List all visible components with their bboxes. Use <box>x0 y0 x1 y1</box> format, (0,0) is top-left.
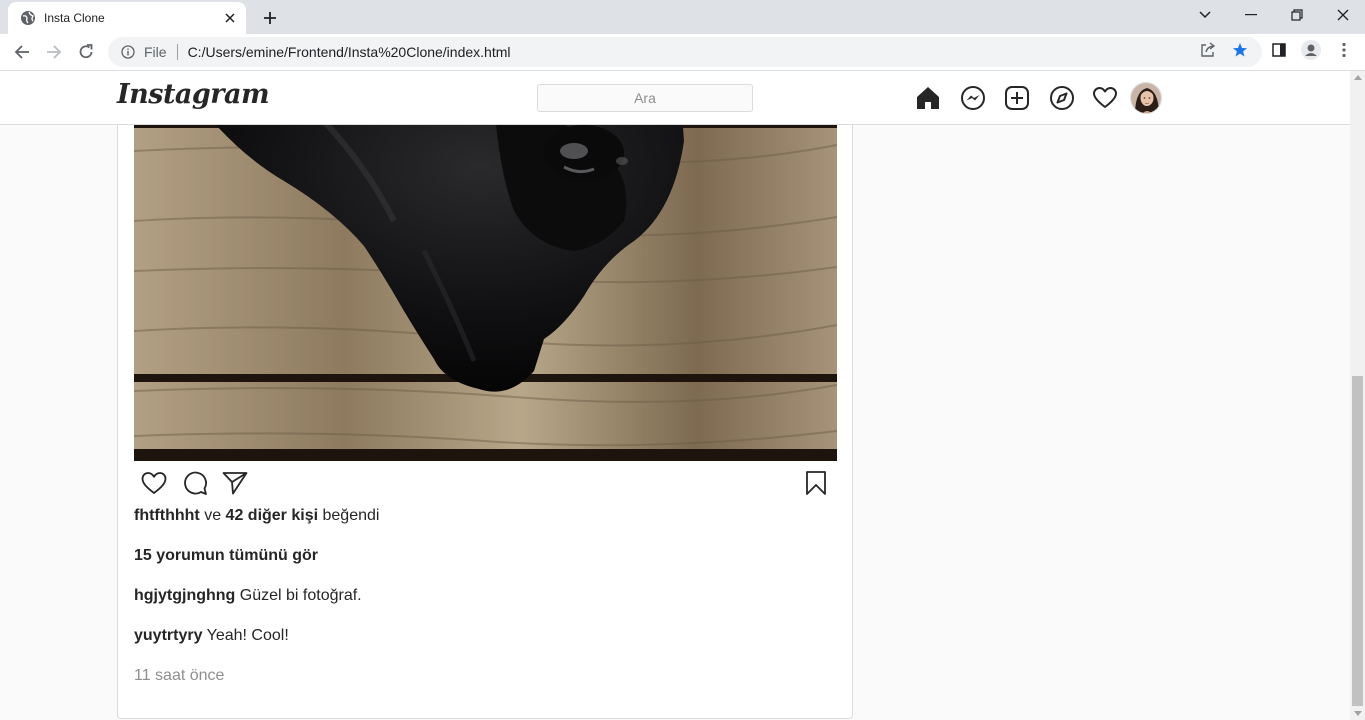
scroll-down-arrow-icon[interactable] <box>1354 711 1362 716</box>
post-card: fhtfthhht ve 42 diğer kişi beğendi 15 yo… <box>117 71 853 719</box>
share-icon[interactable] <box>221 469 249 497</box>
like-heart-icon[interactable] <box>140 469 168 497</box>
minimize-icon[interactable] <box>1228 0 1274 30</box>
forward-arrow-icon[interactable] <box>41 39 67 65</box>
tab-close-icon[interactable] <box>220 8 240 28</box>
instagram-logo[interactable]: Instagram <box>117 79 270 110</box>
messenger-icon[interactable] <box>960 85 986 111</box>
home-icon[interactable] <box>915 85 941 111</box>
address-divider <box>176 44 178 60</box>
post-timestamp: 11 saat önce <box>134 667 225 684</box>
tab-search-chevron-icon[interactable] <box>1194 4 1216 26</box>
scroll-up-arrow-icon[interactable] <box>1354 75 1362 80</box>
ig-header: Instagram <box>0 71 1350 125</box>
avatar[interactable] <box>1130 82 1162 114</box>
view-all-comments-link[interactable]: 15 yorumun tümünü gör <box>134 547 318 564</box>
globe-icon <box>20 10 36 26</box>
comment-username[interactable]: hgjytgjnghng <box>134 587 235 604</box>
post-image[interactable] <box>134 71 837 461</box>
address-bar[interactable]: File C:/Users/emine/Frontend/Insta%20Clo… <box>108 37 1262 67</box>
new-tab-icon[interactable] <box>258 6 282 30</box>
reload-icon[interactable] <box>73 39 99 65</box>
explore-icon[interactable] <box>1049 85 1075 111</box>
page-scrollbar[interactable] <box>1350 71 1365 720</box>
likes-connector: ve <box>204 507 222 524</box>
comment-icon[interactable] <box>181 469 209 497</box>
comment-item: yuytrtyry Yeah! Cool! <box>134 627 289 645</box>
share-page-icon[interactable] <box>1198 40 1218 60</box>
browser-toolbar: File C:/Users/emine/Frontend/Insta%20Clo… <box>0 34 1365 71</box>
comment-text: Güzel bi fotoğraf. <box>239 587 362 604</box>
comment-text: Yeah! Cool! <box>206 627 289 644</box>
profile-icon[interactable] <box>1301 40 1321 60</box>
new-post-icon[interactable] <box>1004 85 1030 111</box>
back-arrow-icon[interactable] <box>9 39 35 65</box>
liked-others-link[interactable]: 42 diğer kişi <box>226 507 319 524</box>
activity-heart-icon[interactable] <box>1092 85 1118 111</box>
liked-by-user-link[interactable]: fhtfthhht <box>134 507 200 524</box>
comment-item: hgjytgjnghng Güzel bi fotoğraf. <box>134 587 362 605</box>
bookmark-icon[interactable] <box>802 469 830 497</box>
likes-line: fhtfthhht ve 42 diğer kişi beğendi <box>134 507 379 525</box>
tab-title: Insta Clone <box>44 11 105 25</box>
url-scheme-label: File <box>144 44 167 60</box>
likes-suffix: beğendi <box>322 507 380 524</box>
restore-icon[interactable] <box>1274 0 1320 30</box>
more-menu-icon[interactable] <box>1334 40 1354 60</box>
bookmark-star-icon[interactable] <box>1230 40 1250 60</box>
comment-username[interactable]: yuytrtyry <box>134 627 202 644</box>
browser-tab-bar: Insta Clone <box>0 0 1365 34</box>
info-icon[interactable] <box>120 44 136 60</box>
side-panel-icon[interactable] <box>1269 40 1289 60</box>
scrollbar-thumb[interactable] <box>1352 376 1363 706</box>
search-input[interactable] <box>537 84 753 112</box>
view-all-comments-line: 15 yorumun tümünü gör <box>134 547 318 565</box>
browser-tab[interactable]: Insta Clone <box>8 2 246 34</box>
window-close-icon[interactable] <box>1320 0 1365 30</box>
url-text[interactable]: C:/Users/emine/Frontend/Insta%20Clone/in… <box>188 44 511 60</box>
page-viewport: Instagram Ara fhtfthhht ve 42 diğer kişi… <box>0 71 1350 720</box>
